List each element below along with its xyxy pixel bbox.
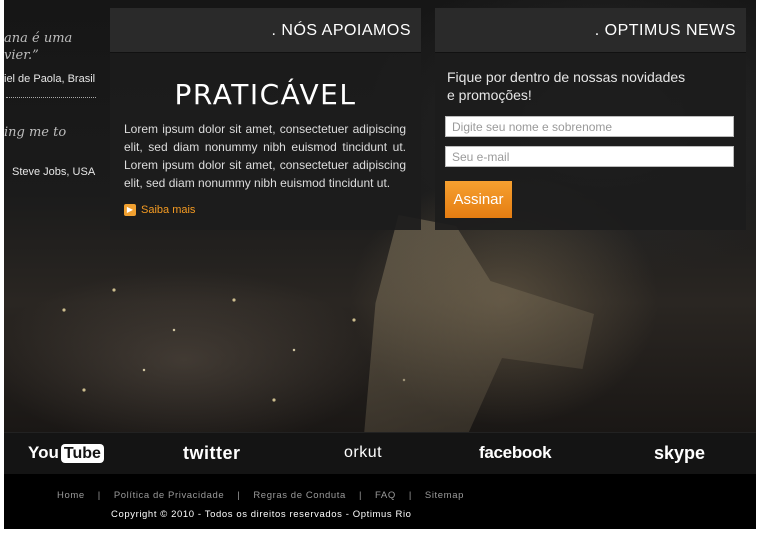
name-field[interactable]: [445, 116, 734, 137]
footer: Home | Política de Privacidade | Regras …: [4, 474, 756, 529]
subscribe-button[interactable]: Assinar: [445, 181, 512, 218]
footer-link-privacy[interactable]: Política de Privacidade: [114, 490, 224, 501]
support-panel-title: . NÓS APOIAMOS: [271, 22, 411, 39]
quote-2-line-1: ing me to: [4, 125, 67, 140]
orkut-logo-icon[interactable]: orkut: [344, 444, 382, 462]
support-panel-header: . NÓS APOIAMOS: [110, 8, 421, 53]
footer-separator: |: [237, 490, 241, 501]
youtube-logo-icon[interactable]: You Tube: [28, 443, 104, 463]
footer-separator: |: [408, 490, 412, 501]
quote-1-line-1: ana é uma: [4, 31, 73, 46]
footer-separator: |: [97, 490, 101, 501]
footer-nav: Home | Política de Privacidade | Regras …: [57, 490, 464, 501]
newsletter-intro-line-1: Fique por dentro de nossas novidades: [447, 69, 686, 85]
quote-divider: [6, 97, 96, 98]
email-field[interactable]: [445, 146, 734, 167]
social-bar: You Tube twitter orkut facebook skype: [4, 432, 756, 475]
support-panel: . NÓS APOIAMOS PRATICÁVEL Lorem ipsum do…: [110, 8, 421, 230]
page-frame: ana é uma vier.” iel de Paola, Brasil in…: [4, 0, 756, 529]
quote-1-author: iel de Paola, Brasil: [4, 73, 96, 85]
footer-link-conduct[interactable]: Regras de Conduta: [253, 490, 346, 501]
newsletter-panel-header: . OPTIMUS NEWS: [435, 8, 746, 53]
newsletter-intro-line-2: e promoções!: [447, 87, 532, 103]
support-headline: PRATICÁVEL: [174, 78, 357, 111]
youtube-logo-you: You: [28, 443, 59, 462]
footer-separator: |: [358, 490, 363, 501]
read-more-link[interactable]: ▶ Saiba mais: [124, 204, 195, 216]
testimonials-column: ana é uma vier.” iel de Paola, Brasil in…: [4, 0, 100, 220]
footer-link-faq[interactable]: FAQ: [375, 490, 396, 501]
facebook-logo-icon[interactable]: facebook: [479, 443, 552, 463]
read-more-label: Saiba mais: [141, 204, 196, 216]
newsletter-panel: . OPTIMUS NEWS Fique por dentro de nossa…: [435, 8, 746, 230]
footer-link-home[interactable]: Home: [57, 490, 85, 501]
twitter-logo-icon[interactable]: twitter: [183, 443, 241, 464]
quote-2-author: Steve Jobs, USA: [12, 166, 96, 178]
skype-logo-icon[interactable]: skype: [654, 443, 705, 464]
newsletter-intro: Fique por dentro de nossas novidades e p…: [447, 68, 727, 104]
statue-silhouette: [364, 215, 594, 435]
support-body-text: Lorem ipsum dolor sit amet, consectetuer…: [124, 122, 406, 190]
footer-link-sitemap[interactable]: Sitemap: [425, 490, 464, 501]
arrow-right-icon: ▶: [124, 204, 136, 216]
youtube-logo-tube: Tube: [60, 443, 104, 463]
copyright-text: Copyright © 2010 - Todos os direitos res…: [111, 509, 412, 520]
quote-1-line-2: vier.”: [4, 48, 39, 63]
newsletter-panel-title: . OPTIMUS NEWS: [594, 22, 736, 39]
